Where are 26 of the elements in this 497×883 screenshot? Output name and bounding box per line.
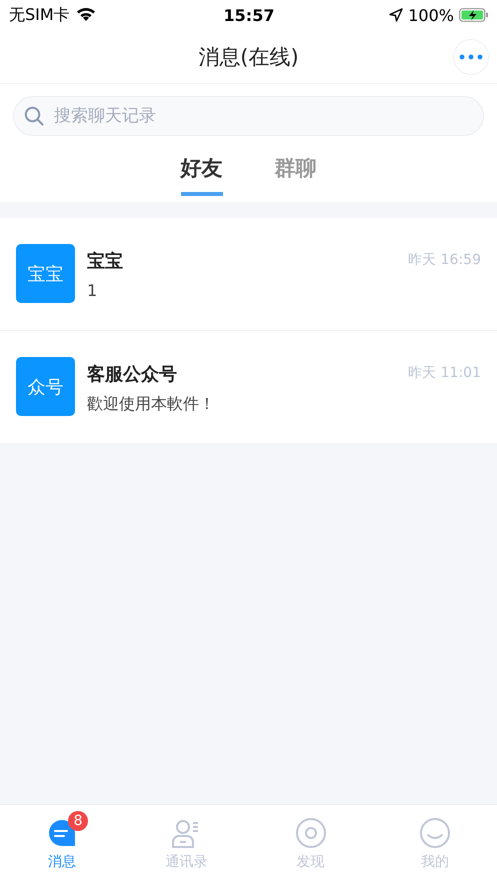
timestamp: 昨天 16:59 [408,251,481,269]
contact-name: 宝宝 [87,250,124,273]
timestamp: 昨天 11:01 [408,364,481,382]
search-field[interactable]: 搜索聊天记录 [13,96,484,136]
clock: 15:57 [224,6,274,24]
battery-charging-icon [459,8,489,22]
tab[interactable]: 群聊 [274,150,316,196]
carrier-label: 无SIM卡 [9,4,70,26]
conversation-item[interactable]: 宝宝 宝宝 1 昨天 16:59 [0,218,497,331]
unread-badge: 8 [68,811,88,831]
message-preview: 1 [87,281,98,300]
more-button[interactable] [453,39,489,75]
target-icon [294,817,327,849]
smiley-icon [418,817,451,849]
avatar: 宝宝 [16,244,75,303]
tab[interactable]: 好友 [180,150,222,196]
conversation-item[interactable]: 众号 客服公众号 歡迎使用本軟件！ 昨天 11:01 [0,331,497,443]
location-arrow-icon [389,8,404,22]
more-icon [459,54,483,60]
contact-name: 客服公众号 [87,363,178,386]
page-title: 消息(在线) [198,44,299,70]
tab-bar-item[interactable]: 8 消息 [0,805,124,883]
battery-percent: 100% [408,6,454,24]
avatar: 众号 [16,357,75,416]
wifi-icon [76,8,96,22]
message-preview: 歡迎使用本軟件！ [87,394,216,415]
